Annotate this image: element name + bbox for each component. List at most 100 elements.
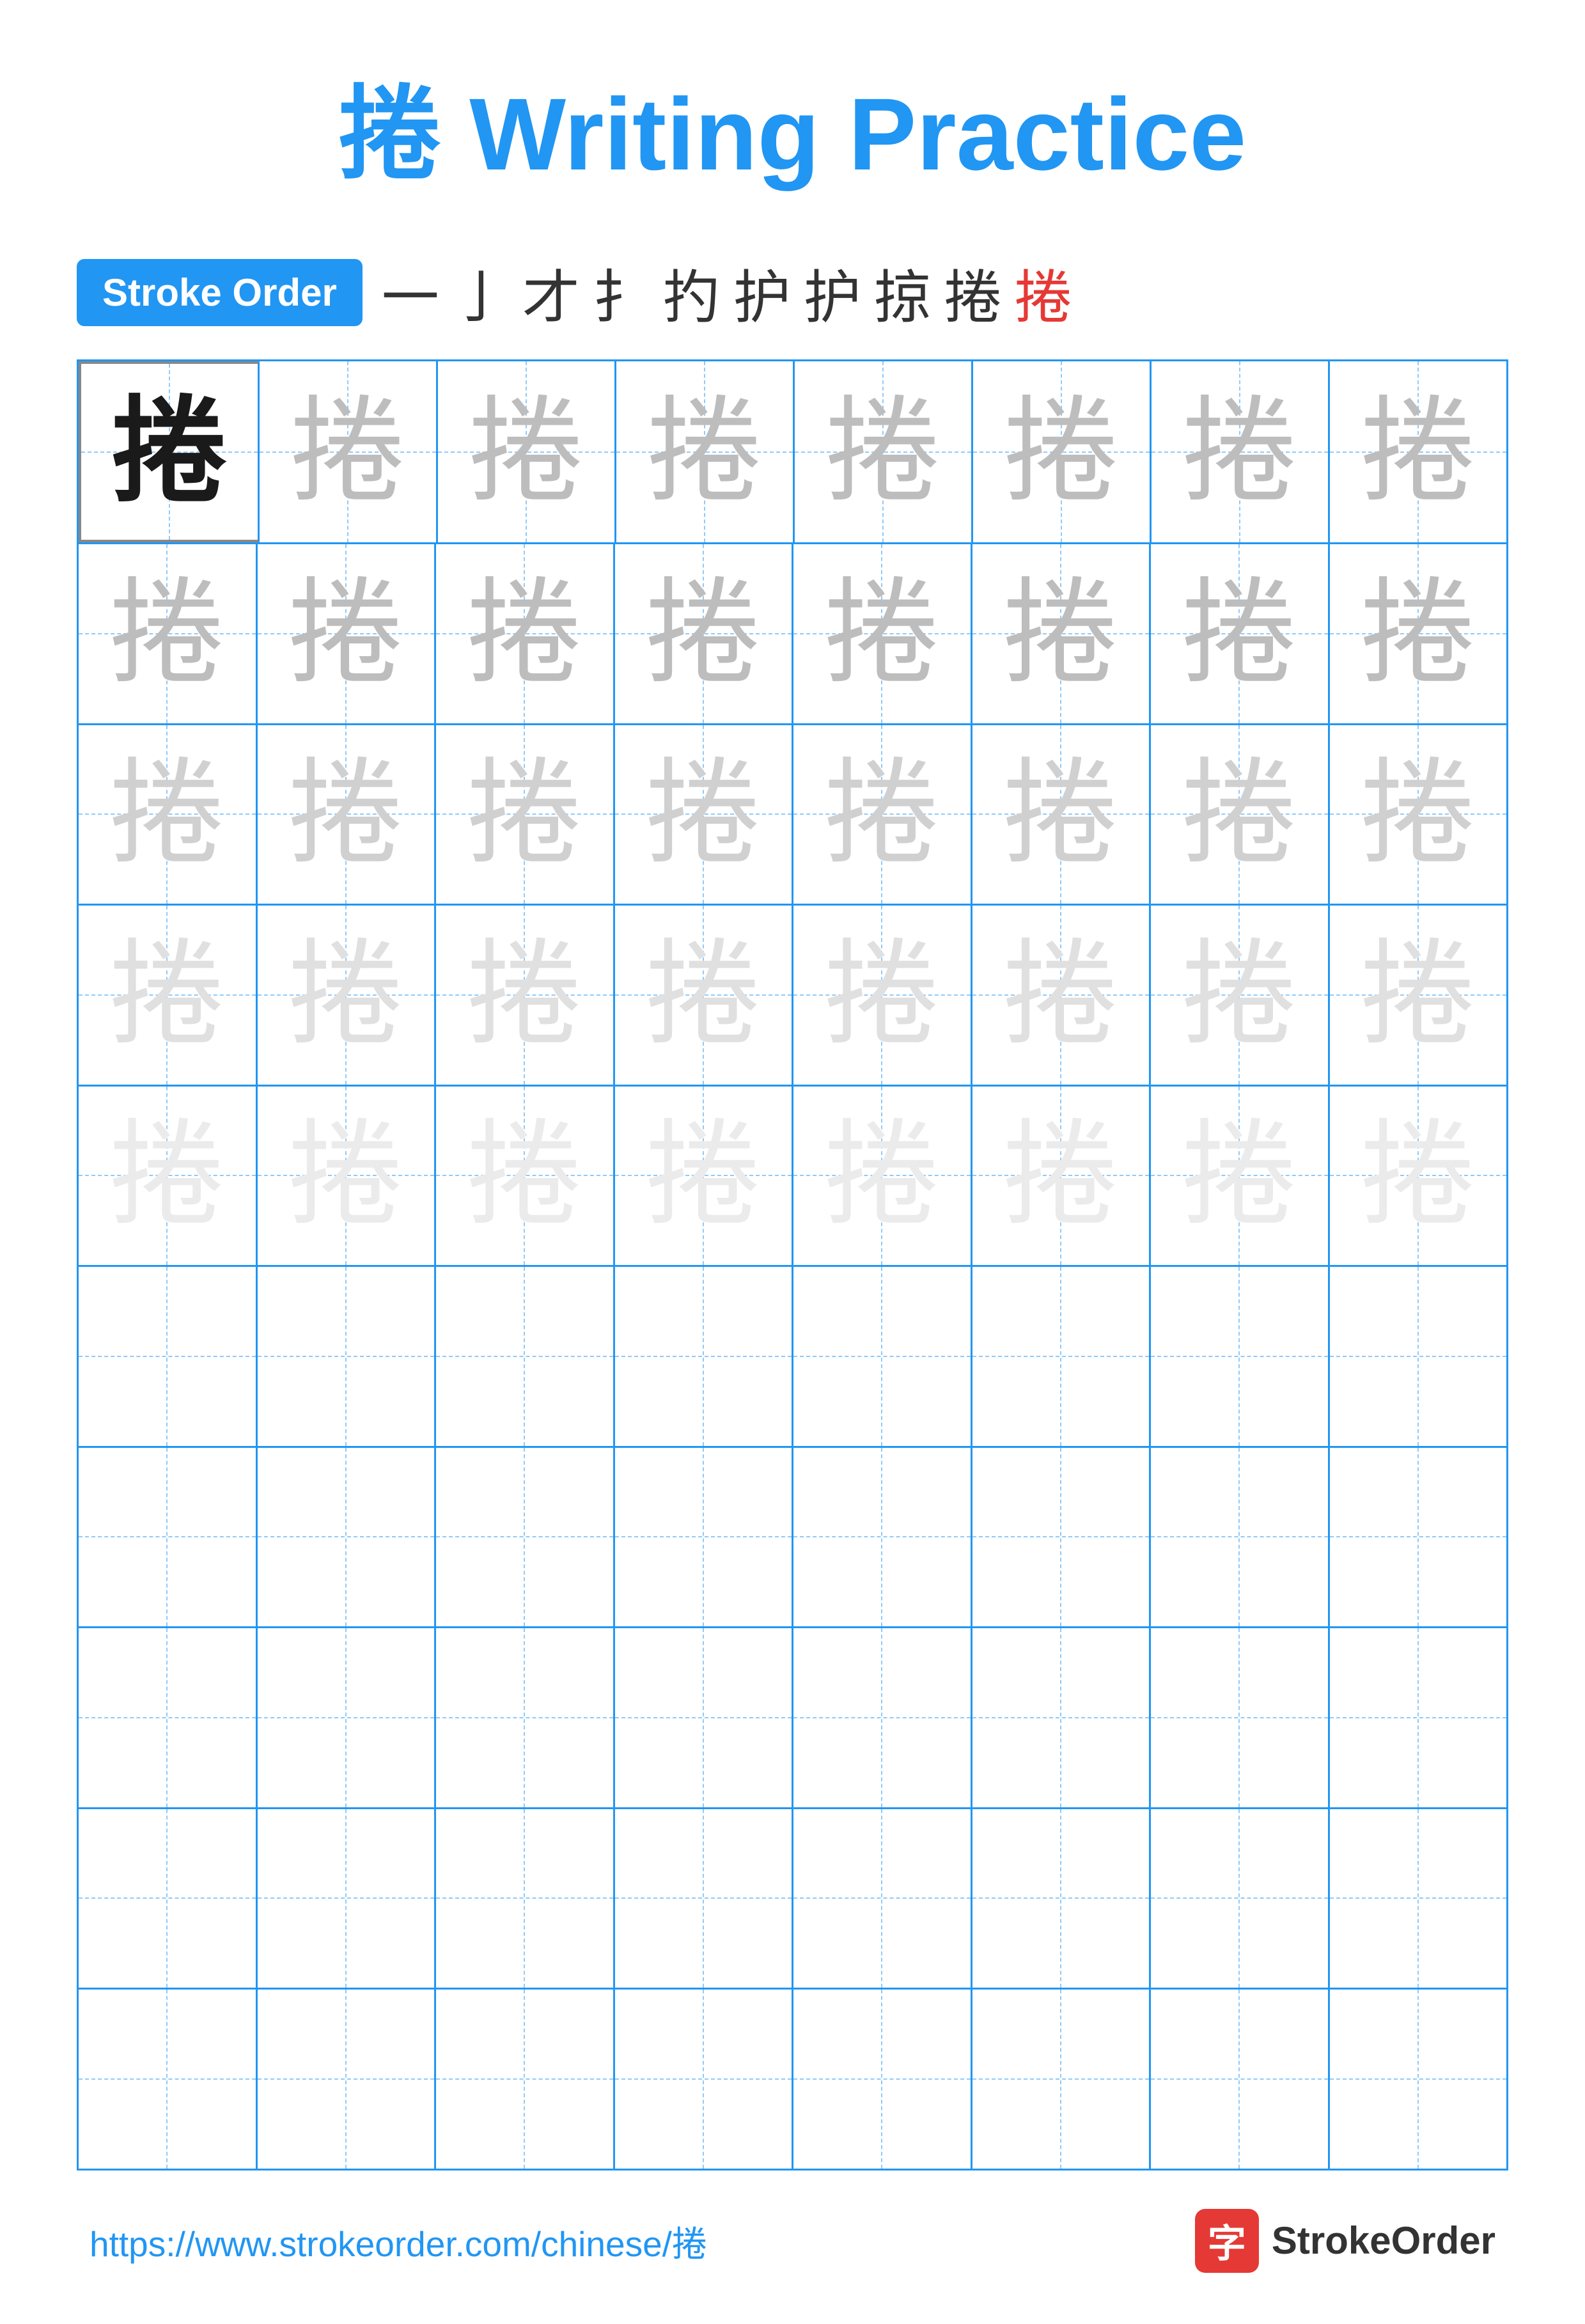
grid-cell-2-7[interactable]: 捲 [1151, 544, 1330, 723]
grid-cell-7-5[interactable] [793, 1448, 972, 1627]
grid-cell-3-3[interactable]: 捲 [436, 725, 615, 904]
grid-cell-8-4[interactable] [615, 1628, 794, 1807]
grid-cell-8-2[interactable] [258, 1628, 437, 1807]
grid-cell-2-4[interactable]: 捲 [615, 544, 794, 723]
grid-cell-7-7[interactable] [1151, 1448, 1330, 1627]
grid-cell-3-8[interactable]: 捲 [1330, 725, 1507, 904]
grid-cell-1-6[interactable]: 捲 [973, 361, 1152, 542]
grid-cell-5-3[interactable]: 捲 [436, 1087, 615, 1266]
grid-cell-8-3[interactable] [436, 1628, 615, 1807]
grid-cell-2-2[interactable]: 捲 [258, 544, 437, 723]
grid-cell-10-3[interactable] [436, 1990, 615, 2169]
grid-cell-2-6[interactable]: 捲 [972, 544, 1152, 723]
grid-cell-10-8[interactable] [1330, 1990, 1507, 2169]
grid-row-1: 捲 捲 捲 捲 捲 捲 捲 捲 [79, 361, 1506, 544]
grid-row-2: 捲 捲 捲 捲 捲 捲 捲 捲 [79, 544, 1506, 725]
grid-cell-1-8[interactable]: 捲 [1330, 361, 1506, 542]
grid-cell-4-2[interactable]: 捲 [258, 906, 437, 1085]
grid-cell-2-5[interactable]: 捲 [793, 544, 972, 723]
grid-cell-4-3[interactable]: 捲 [436, 906, 615, 1085]
grid-cell-9-6[interactable] [972, 1809, 1152, 1988]
char-display: 捲 [1004, 395, 1119, 510]
grid-cell-5-5[interactable]: 捲 [793, 1087, 972, 1266]
grid-cell-5-2[interactable]: 捲 [258, 1087, 437, 1266]
grid-cell-9-2[interactable] [258, 1809, 437, 1988]
grid-cell-5-6[interactable]: 捲 [972, 1087, 1152, 1266]
char-display: 捲 [1182, 395, 1297, 510]
grid-cell-8-1[interactable] [79, 1628, 258, 1807]
grid-cell-3-7[interactable]: 捲 [1151, 725, 1330, 904]
grid-cell-5-8[interactable]: 捲 [1330, 1087, 1507, 1266]
grid-cell-6-1[interactable] [79, 1267, 258, 1446]
grid-cell-10-4[interactable] [615, 1990, 794, 2169]
grid-cell-3-2[interactable]: 捲 [258, 725, 437, 904]
grid-cell-3-4[interactable]: 捲 [615, 725, 794, 904]
grid-cell-1-4[interactable]: 捲 [616, 361, 795, 542]
grid-cell-8-7[interactable] [1151, 1628, 1330, 1807]
stroke-char-3: 才 [522, 251, 580, 334]
grid-cell-7-3[interactable] [436, 1448, 615, 1627]
grid-cell-7-6[interactable] [972, 1448, 1152, 1627]
grid-cell-3-6[interactable]: 捲 [972, 725, 1152, 904]
grid-cell-6-6[interactable] [972, 1267, 1152, 1446]
grid-cell-9-7[interactable] [1151, 1809, 1330, 1988]
grid-cell-6-5[interactable] [793, 1267, 972, 1446]
grid-cell-4-8[interactable]: 捲 [1330, 906, 1507, 1085]
char-display: 捲 [1003, 757, 1118, 872]
grid-cell-7-4[interactable] [615, 1448, 794, 1627]
grid-cell-10-5[interactable] [793, 1990, 972, 2169]
grid-cell-10-6[interactable] [972, 1990, 1152, 2169]
grid-cell-4-6[interactable]: 捲 [972, 906, 1152, 1085]
grid-cell-1-2[interactable]: 捲 [260, 361, 438, 542]
grid-cell-9-8[interactable] [1330, 1809, 1507, 1988]
grid-cell-8-6[interactable] [972, 1628, 1152, 1807]
grid-cell-8-8[interactable] [1330, 1628, 1507, 1807]
page: 捲 Writing Practice Stroke Order 一 亅 才 扌 … [0, 0, 1585, 2324]
grid-cell-8-5[interactable] [793, 1628, 972, 1807]
grid-cell-4-1[interactable]: 捲 [79, 906, 258, 1085]
footer-logo-text: StrokeOrder [1272, 2218, 1495, 2263]
stroke-char-9: 捲 [944, 251, 1002, 334]
grid-cell-1-5[interactable]: 捲 [795, 361, 973, 542]
grid-cell-7-2[interactable] [258, 1448, 437, 1627]
grid-cell-1-7[interactable]: 捲 [1152, 361, 1330, 542]
char-display: 捲 [1003, 576, 1118, 691]
grid-cell-4-5[interactable]: 捲 [793, 906, 972, 1085]
grid-cell-1-3[interactable]: 捲 [438, 361, 616, 542]
grid-cell-10-1[interactable] [79, 1990, 258, 2169]
char-display: 捲 [109, 576, 224, 691]
char-display: 捲 [1361, 395, 1476, 510]
grid-cell-5-4[interactable]: 捲 [615, 1087, 794, 1266]
grid-cell-9-1[interactable] [79, 1809, 258, 1988]
grid-cell-9-5[interactable] [793, 1809, 972, 1988]
footer-url[interactable]: https://www.strokeorder.com/chinese/捲 [90, 2215, 707, 2266]
stroke-char-1: 一 [382, 251, 439, 334]
grid-cell-3-5[interactable]: 捲 [793, 725, 972, 904]
grid-cell-6-3[interactable] [436, 1267, 615, 1446]
char-display: 捲 [1182, 1118, 1297, 1233]
grid-cell-3-1[interactable]: 捲 [79, 725, 258, 904]
grid-cell-2-8[interactable]: 捲 [1330, 544, 1507, 723]
grid-cell-2-3[interactable]: 捲 [436, 544, 615, 723]
grid-cell-6-7[interactable] [1151, 1267, 1330, 1446]
grid-cell-4-4[interactable]: 捲 [615, 906, 794, 1085]
grid-cell-6-2[interactable] [258, 1267, 437, 1446]
grid-cell-2-1[interactable]: 捲 [79, 544, 258, 723]
grid-cell-6-4[interactable] [615, 1267, 794, 1446]
grid-cell-10-7[interactable] [1151, 1990, 1330, 2169]
grid-cell-10-2[interactable] [258, 1990, 437, 2169]
grid-cell-5-7[interactable]: 捲 [1151, 1087, 1330, 1266]
grid-cell-4-7[interactable]: 捲 [1151, 906, 1330, 1085]
char-display: 捲 [1182, 576, 1297, 691]
stroke-char-2: 亅 [452, 251, 510, 334]
grid-cell-9-3[interactable] [436, 1809, 615, 1988]
grid-cell-9-4[interactable] [615, 1809, 794, 1988]
char-display: 捲 [109, 938, 224, 1053]
grid-cell-7-8[interactable] [1330, 1448, 1507, 1627]
grid-cell-7-1[interactable] [79, 1448, 258, 1627]
char-display: 捲 [1361, 757, 1476, 872]
grid-cell-1-1[interactable]: 捲 [79, 361, 260, 542]
char-display: 捲 [288, 576, 403, 691]
grid-cell-6-8[interactable] [1330, 1267, 1507, 1446]
grid-cell-5-1[interactable]: 捲 [79, 1087, 258, 1266]
